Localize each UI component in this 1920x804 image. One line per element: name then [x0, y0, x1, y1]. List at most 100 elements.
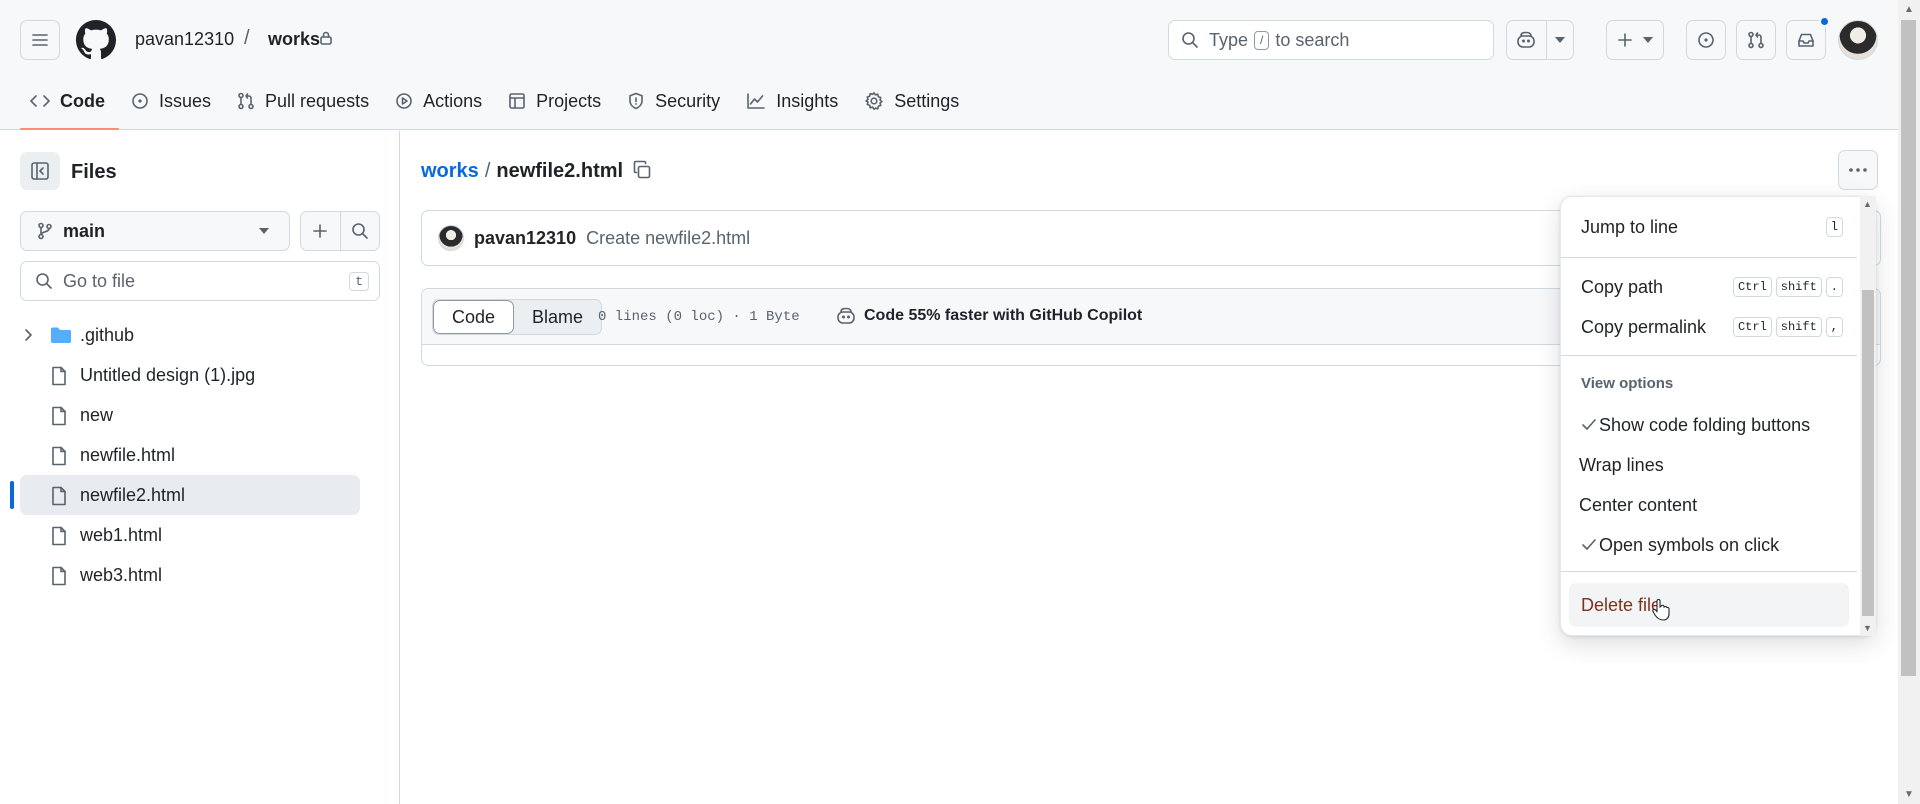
branch-icon — [38, 222, 52, 240]
chevron-down-icon — [259, 228, 269, 234]
commit-author[interactable]: pavan12310 — [474, 228, 576, 249]
menu-scrollbar[interactable]: ▲ ▼ — [1860, 196, 1876, 636]
file-icon — [52, 406, 66, 426]
tree-item-label: new — [80, 405, 114, 425]
copilot-promo[interactable]: Code 55% faster with GitHub Copilot — [836, 307, 1142, 325]
search-icon — [1182, 32, 1198, 48]
kebab-horizontal-icon — [1849, 168, 1867, 172]
tab-projects[interactable]: Projects — [498, 80, 615, 122]
collapse-sidebar-button[interactable] — [20, 152, 60, 190]
tab-pull-requests[interactable]: Pull requests — [227, 80, 383, 122]
search-suffix: to search — [1275, 29, 1350, 50]
inbox-button[interactable] — [1786, 20, 1826, 60]
tab-label: Pull requests — [265, 90, 370, 111]
page-scroll-thumb[interactable] — [1901, 20, 1916, 676]
search-input[interactable]: Type / to search — [1168, 20, 1494, 60]
hamburger-icon — [32, 34, 48, 46]
tree-item-github-folder[interactable]: .github — [20, 315, 360, 355]
owner-link[interactable]: pavan12310 — [135, 29, 234, 50]
file-options-menu: Jump to line l Copy path Ctrl shift . Co… — [1560, 196, 1876, 636]
tab-settings[interactable]: Settings — [854, 80, 973, 122]
page-scrollbar[interactable]: ▲ ▼ — [1898, 0, 1920, 804]
file-icon — [52, 446, 66, 466]
issue-icon — [1698, 32, 1714, 48]
view-mode-toggle: Code Blame — [432, 299, 603, 335]
inbox-icon — [1798, 33, 1814, 47]
tab-security[interactable]: Security — [617, 80, 734, 122]
tree-item-file[interactable]: new — [20, 395, 360, 435]
center-content-toggle[interactable]: Center content — [1569, 483, 1849, 527]
file-tree-sidebar: Files main Go to file t .github Untitled… — [0, 131, 400, 804]
more-options-button[interactable] — [1838, 150, 1878, 190]
file-breadcrumb: works / newfile2.html — [421, 160, 623, 183]
tree-item-label: web3.html — [80, 565, 163, 585]
tree-item-file[interactable]: Untitled design (1).jpg — [20, 355, 360, 395]
breadcrumb-repo-link[interactable]: works — [421, 160, 479, 183]
folder-icon — [51, 327, 71, 343]
branch-name: main — [63, 220, 106, 241]
user-avatar[interactable] — [1838, 20, 1878, 60]
menu-divider — [1561, 257, 1857, 258]
issues-button[interactable] — [1686, 20, 1726, 60]
file-icon — [52, 526, 66, 546]
copilot-icon — [1517, 31, 1536, 48]
tab-issues[interactable]: Issues — [121, 80, 225, 122]
search-files-button[interactable] — [339, 212, 380, 250]
gear-icon — [865, 92, 883, 110]
show-folding-toggle[interactable]: Show code folding buttons — [1569, 403, 1849, 447]
tree-item-file[interactable]: web3.html — [20, 555, 360, 595]
table-icon — [509, 93, 525, 109]
tab-label: Insights — [776, 90, 839, 111]
commit-author-avatar[interactable] — [438, 225, 464, 251]
repo-link[interactable]: works — [268, 29, 320, 50]
copy-icon[interactable] — [632, 160, 652, 180]
jump-to-line-item[interactable]: Jump to line l — [1569, 205, 1849, 249]
go-to-file-shortcut: t — [349, 272, 369, 291]
plus-icon — [313, 224, 328, 238]
tree-item-selected-file[interactable]: newfile2.html — [10, 475, 360, 515]
menu-divider — [1561, 571, 1857, 572]
pull-requests-button[interactable] — [1736, 20, 1776, 60]
code-view-button[interactable]: Code — [433, 300, 515, 334]
copilot-button[interactable] — [1506, 20, 1574, 60]
copy-permalink-item[interactable]: Copy permalink Ctrl shift , — [1569, 305, 1849, 349]
copy-path-item[interactable]: Copy path Ctrl shift . — [1569, 265, 1849, 309]
commit-message[interactable]: Create newfile2.html — [586, 228, 750, 249]
lock-icon — [320, 31, 332, 45]
menu-button[interactable] — [20, 20, 60, 60]
search-shortcut: / — [1254, 30, 1270, 50]
tree-item-label: Untitled design (1).jpg — [80, 365, 256, 385]
branch-selector[interactable]: main — [20, 211, 290, 251]
chevron-right-icon — [25, 329, 32, 341]
menu-scroll-thumb[interactable] — [1862, 290, 1874, 616]
wrap-lines-toggle[interactable]: Wrap lines — [1569, 443, 1849, 487]
open-symbols-toggle[interactable]: Open symbols on click — [1569, 523, 1849, 567]
tree-item-file[interactable]: web1.html — [20, 515, 360, 555]
tab-insights[interactable]: Insights — [736, 80, 852, 122]
file-name: newfile2.html — [496, 160, 624, 182]
pull-request-icon — [1748, 31, 1764, 49]
file-info: 0 lines (0 loc) · 1 Byte — [598, 309, 800, 325]
chevron-down-icon — [1554, 37, 1565, 43]
delete-file-item[interactable]: Delete file — [1569, 583, 1849, 627]
blame-view-button[interactable]: Blame — [514, 300, 601, 334]
keycap: shift — [1775, 277, 1822, 297]
repo-nav: Code Issues Pull requests Actions Projec… — [20, 80, 975, 130]
tab-label: Settings — [894, 90, 960, 111]
tab-code[interactable]: Code — [20, 80, 119, 130]
go-to-file-input[interactable]: Go to file t — [20, 261, 380, 301]
menu-item-label: Show code folding buttons — [1599, 414, 1811, 435]
file-icon — [52, 566, 66, 586]
tab-label: Code — [60, 90, 105, 111]
create-new-button[interactable] — [1606, 20, 1664, 60]
tree-item-file[interactable]: newfile.html — [20, 435, 360, 475]
app-header: pavan12310 / works Type / to search Code — [0, 0, 1898, 130]
github-logo-icon[interactable] — [76, 20, 116, 60]
tree-item-label: newfile.html — [80, 445, 176, 465]
add-file-button[interactable] — [301, 212, 340, 250]
breadcrumb-separator: / — [484, 160, 491, 182]
tab-label: Security — [655, 90, 721, 111]
tab-actions[interactable]: Actions — [385, 80, 496, 122]
copilot-promo-text: Code 55% faster with GitHub Copilot — [864, 307, 1143, 324]
menu-item-label: Wrap lines — [1579, 454, 1664, 475]
